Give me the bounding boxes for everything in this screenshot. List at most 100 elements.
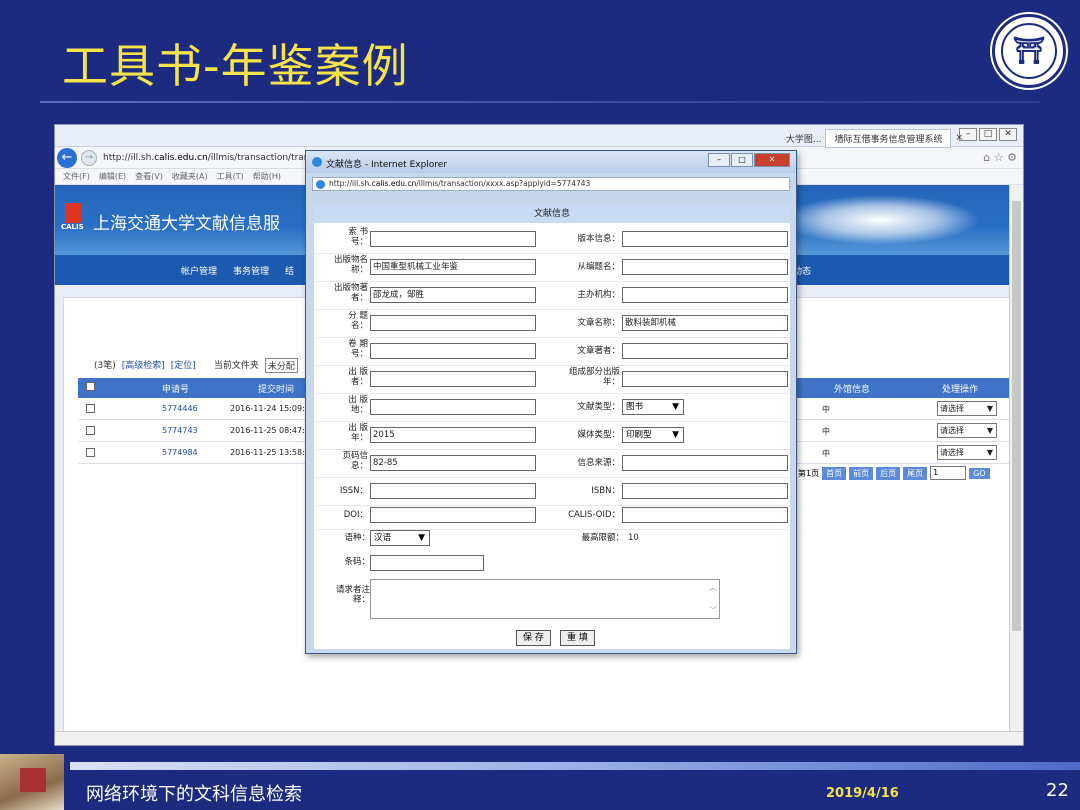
tab-partial[interactable]: 大学图... xyxy=(786,132,822,145)
chevron-down-icon: ▼ xyxy=(986,448,993,457)
maximize-icon[interactable]: □ xyxy=(731,153,753,167)
field-input[interactable]: 82-85 xyxy=(370,455,536,471)
field-input[interactable] xyxy=(622,259,788,275)
field-label: 组成部分出版 年： xyxy=(568,367,620,387)
popup-title: 文献信息 - Internet Explorer xyxy=(326,160,448,170)
language-select[interactable]: 汉语 ▼ xyxy=(370,530,430,546)
request-id[interactable]: 5774743 xyxy=(162,426,198,435)
row-checkbox[interactable] xyxy=(86,448,95,457)
field-input[interactable] xyxy=(370,399,536,415)
last-page-button[interactable]: 尾页 xyxy=(903,466,928,480)
action-select[interactable]: 请选择 ▼ xyxy=(937,445,997,460)
go-button[interactable]: GO xyxy=(969,467,990,479)
nav-account[interactable]: 帐户管理 xyxy=(181,264,217,277)
reset-button[interactable]: 重 填 xyxy=(560,630,595,646)
barcode-label: 条码： xyxy=(344,557,370,567)
field-label: CALIS-OID： xyxy=(568,510,620,520)
field-input[interactable] xyxy=(370,371,536,387)
star-icon[interactable]: ☆ xyxy=(994,151,1004,164)
menu-help[interactable]: 帮助(H) xyxy=(253,171,281,182)
nav-transactions[interactable]: 事务管理 xyxy=(233,264,269,277)
field-select-value: 印刷型 xyxy=(626,430,652,440)
field-input[interactable]: 散料装卸机械 xyxy=(622,315,788,331)
barcode-input[interactable] xyxy=(370,555,484,571)
home-icon[interactable]: ⌂ xyxy=(983,151,990,164)
document-info-popup: 文献信息 - Internet Explorer – □ ✕ http://il… xyxy=(305,150,797,654)
page-number: 22 xyxy=(1046,780,1069,801)
campus-photo xyxy=(0,754,64,810)
field-input[interactable] xyxy=(370,315,536,331)
note-textarea[interactable]: ︿ ﹀ xyxy=(370,579,720,619)
scroll-up-icon[interactable]: ︿ xyxy=(709,582,717,593)
minimize-icon[interactable]: – xyxy=(708,153,730,167)
popup-address-bar[interactable]: http://ill.sh.calis.edu.cn/illmis/transa… xyxy=(312,177,790,191)
chevron-down-icon: ▼ xyxy=(986,404,993,413)
field-input[interactable] xyxy=(622,371,788,387)
locate-link[interactable]: [定位] xyxy=(171,358,196,373)
select-all-checkbox[interactable] xyxy=(86,382,95,391)
field-label: 从编题名： xyxy=(577,262,620,272)
field-input[interactable] xyxy=(622,483,788,499)
slide-title: 工具书-年鉴案例 xyxy=(62,39,409,93)
menu-favorites[interactable]: 收藏夹(A) xyxy=(172,171,208,182)
menu-view[interactable]: 查看(V) xyxy=(135,171,163,182)
first-page-button[interactable]: 首页 xyxy=(822,466,847,480)
field-input[interactable] xyxy=(622,343,788,359)
menu-edit[interactable]: 编辑(E) xyxy=(99,171,126,182)
field-input[interactable]: 邵龙成，邹胜 xyxy=(370,287,536,303)
action-select[interactable]: 请选择 ▼ xyxy=(937,423,997,438)
request-id[interactable]: 5774446 xyxy=(162,404,198,413)
form-row-divider xyxy=(314,421,790,422)
scroll-down-icon[interactable]: ﹀ xyxy=(709,605,717,616)
footer-divider xyxy=(70,762,1080,770)
calis-mark-icon xyxy=(65,203,81,223)
field-select[interactable]: 图书 ▼ xyxy=(622,399,684,415)
document-form: 文献信息 索 书 号： 版本信息： 出版物名 称： 中国重型机械工业年鉴 从编题名： 出版… xyxy=(314,205,790,649)
field-select[interactable]: 印刷型 ▼ xyxy=(622,427,684,443)
field-label: 索 书 号： xyxy=(348,227,368,247)
next-page-button[interactable]: 后页 xyxy=(876,466,901,480)
address-bar[interactable]: http://ill.sh.calis.edu.cn/illmis/transa… xyxy=(103,153,314,163)
col-submit-time: 提交时间 xyxy=(258,385,295,395)
field-input[interactable] xyxy=(622,231,788,247)
field-label: 版本信息： xyxy=(577,234,620,244)
field-input[interactable]: 2015 xyxy=(370,427,536,443)
nav-partial[interactable]: 结 xyxy=(285,264,294,277)
field-input[interactable] xyxy=(370,507,536,523)
menu-file[interactable]: 文件(F) xyxy=(63,171,90,182)
banner-cloud xyxy=(780,195,980,245)
close-icon[interactable]: ✕ xyxy=(999,128,1017,141)
scroll-thumb[interactable] xyxy=(1012,201,1021,631)
tab-close-icon[interactable]: × xyxy=(955,133,963,143)
page-input[interactable]: 1 xyxy=(930,466,967,480)
field-select-value: 图书 xyxy=(626,402,644,412)
field-input[interactable] xyxy=(622,287,788,303)
field-input[interactable] xyxy=(370,483,536,499)
field-input[interactable] xyxy=(622,455,788,471)
menu-tools[interactable]: 工具(T) xyxy=(217,171,244,182)
site-title: 上海交通大学文献信息服 xyxy=(93,214,280,234)
field-input[interactable] xyxy=(370,231,536,247)
advanced-search-link[interactable]: [高级检索] xyxy=(122,358,165,373)
close-icon[interactable]: ✕ xyxy=(754,153,790,167)
field-input[interactable] xyxy=(622,507,788,523)
maximize-icon[interactable]: □ xyxy=(979,128,997,141)
field-input[interactable] xyxy=(370,343,536,359)
field-input[interactable]: 中国重型机械工业年鉴 xyxy=(370,259,536,275)
gear-icon[interactable]: ⚙ xyxy=(1007,151,1017,164)
row-checkbox[interactable] xyxy=(86,404,95,413)
row-checkbox[interactable] xyxy=(86,426,95,435)
prev-page-button[interactable]: 前页 xyxy=(849,466,874,480)
form-row-divider xyxy=(314,477,790,478)
calis-logo: CALIS xyxy=(61,203,85,233)
chevron-down-icon: ▼ xyxy=(418,533,425,543)
action-select[interactable]: 请选择 ▼ xyxy=(937,401,997,416)
horizontal-scrollbar[interactable] xyxy=(55,731,1023,745)
forward-arrow-icon[interactable]: → xyxy=(81,149,97,166)
folder-select[interactable]: 未分配 xyxy=(264,358,298,373)
vertical-scrollbar[interactable] xyxy=(1009,185,1023,745)
tab-active[interactable]: 墙际互借事务信息管理系统 xyxy=(825,128,952,148)
request-id[interactable]: 5774984 xyxy=(162,448,198,457)
save-button[interactable]: 保 存 xyxy=(516,630,551,646)
back-arrow-icon[interactable]: ← xyxy=(57,147,77,168)
